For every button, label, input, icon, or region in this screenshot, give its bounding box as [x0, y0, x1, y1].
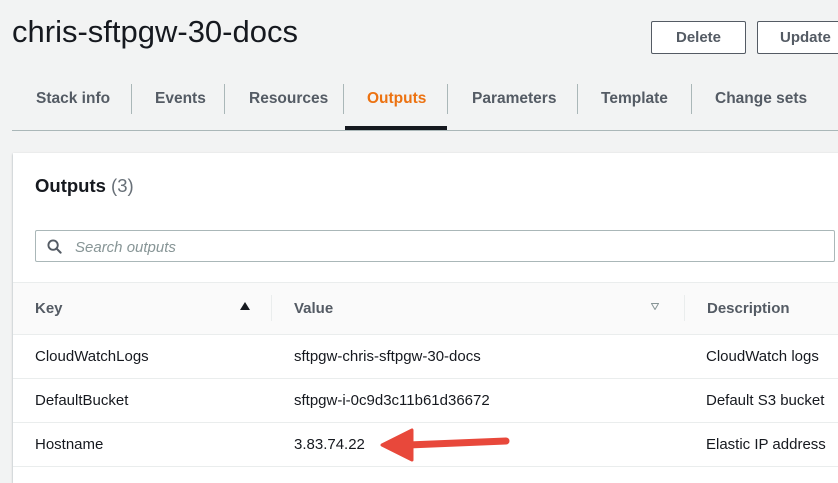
output-key: DefaultBucket: [35, 392, 129, 409]
output-description: Elastic IP address: [706, 436, 826, 453]
outputs-heading: Outputs (3): [35, 175, 134, 197]
tab-change-sets[interactable]: Change sets: [715, 78, 807, 119]
output-value: 3.83.74.22: [294, 436, 365, 453]
tab-resources[interactable]: Resources: [249, 78, 328, 119]
tab-bar: Stack info Events Resources Outputs Para…: [12, 78, 838, 131]
tab-divider: [691, 84, 692, 114]
column-divider: [271, 295, 272, 321]
table-header: Key Value Description: [13, 282, 838, 335]
column-header-value[interactable]: Value: [294, 300, 333, 317]
table-row: DefaultBucket sftpgw-i-0c9d3c11b61d36672…: [13, 378, 838, 423]
tab-outputs[interactable]: Outputs: [367, 78, 426, 119]
output-value: sftpgw-chris-sftpgw-30-docs: [294, 348, 481, 365]
tab-stack-info[interactable]: Stack info: [36, 78, 110, 119]
output-key: CloudWatchLogs: [35, 348, 149, 365]
outputs-count: (3): [111, 175, 134, 196]
delete-button[interactable]: Delete: [651, 21, 746, 54]
search-input[interactable]: [73, 231, 777, 263]
tab-divider: [447, 84, 448, 114]
tab-events[interactable]: Events: [155, 78, 206, 119]
tab-parameters[interactable]: Parameters: [472, 78, 556, 119]
tab-divider: [224, 84, 225, 114]
tab-template[interactable]: Template: [601, 78, 668, 119]
tab-divider: [131, 84, 132, 114]
column-header-description[interactable]: Description: [707, 300, 790, 317]
search-box: [35, 230, 835, 263]
outputs-title: Outputs: [35, 175, 106, 196]
column-divider: [684, 295, 685, 321]
output-key: Hostname: [35, 436, 104, 453]
column-header-key[interactable]: Key: [35, 300, 63, 317]
tab-divider: [343, 84, 344, 114]
active-tab-indicator: [345, 126, 447, 130]
red-arrow-annotation: [380, 428, 510, 462]
update-button[interactable]: Update: [757, 21, 838, 54]
search-icon: [47, 239, 62, 254]
output-description: CloudWatch logs: [706, 348, 819, 365]
table-row: CloudWatchLogs sftpgw-chris-sftpgw-30-do…: [13, 334, 838, 379]
tab-divider: [577, 84, 578, 114]
sort-descending-icon[interactable]: [651, 303, 659, 310]
page-title: chris-sftpgw-30-docs: [12, 14, 298, 49]
output-value: sftpgw-i-0c9d3c11b61d36672: [294, 392, 490, 409]
output-description: Default S3 bucket: [706, 392, 825, 409]
sort-ascending-icon[interactable]: [240, 302, 250, 310]
